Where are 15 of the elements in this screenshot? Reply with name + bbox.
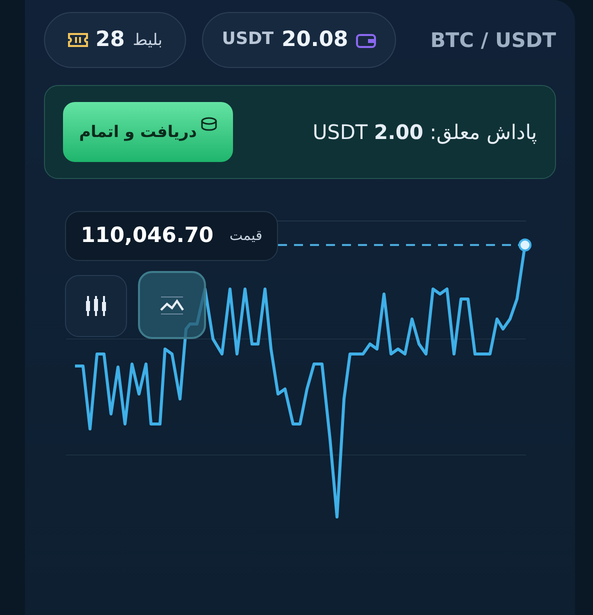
chart-type-button[interactable] — [65, 275, 127, 337]
wallet-balance[interactable]: USDT 20.08 — [202, 12, 396, 68]
ticket-icon — [68, 33, 88, 47]
claim-button[interactable]: دریافت و اتمام — [63, 102, 233, 162]
currency-label: USDT — [222, 28, 274, 52]
trading-pair: BTC / USDT — [430, 27, 556, 54]
price-label: قیمت — [230, 226, 262, 246]
coins-icon — [200, 117, 217, 131]
ticket-count: 28 — [96, 26, 125, 54]
wallet-icon — [356, 32, 376, 48]
wallet-amount: 20.08 — [282, 26, 348, 54]
candlestick-icon — [83, 293, 109, 319]
price-value: 110,046.70 — [80, 222, 214, 250]
ticket-label: بلیط — [132, 29, 162, 51]
current-price-dot — [518, 238, 532, 252]
